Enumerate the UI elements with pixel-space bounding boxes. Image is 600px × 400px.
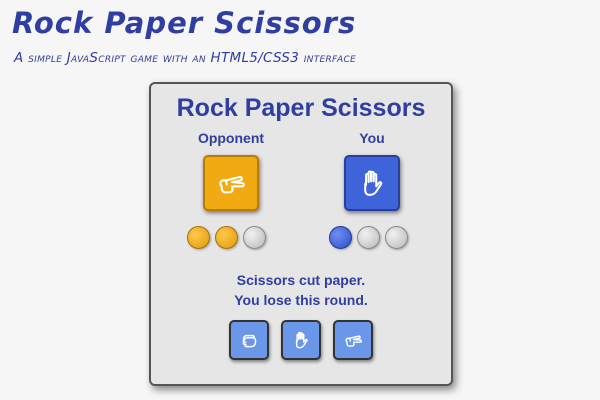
page-subtitle: A simple JavaScript game with an HTML5/C… — [14, 50, 357, 66]
round-message-line2: You lose this round. — [234, 292, 368, 308]
opponent-choice-display — [203, 155, 259, 211]
paper-button[interactable] — [281, 320, 321, 360]
player-choice-display — [344, 155, 400, 211]
score-dot-empty — [385, 226, 408, 249]
opponent-label: Opponent — [197, 130, 265, 146]
round-message: Scissors cut paper. You lose this round. — [151, 270, 451, 310]
paper-hand-icon — [364, 170, 383, 196]
page-title: Rock Paper Scissors — [12, 6, 357, 40]
scissors-hand-icon — [345, 335, 362, 347]
scissors-hand-icon — [219, 176, 245, 194]
game-title: Rock Paper Scissors — [176, 94, 426, 122]
you-label: You — [359, 130, 385, 146]
rock-hand-icon — [242, 334, 257, 348]
opponent-score — [187, 226, 266, 249]
score-dot-empty — [243, 226, 266, 249]
rock-button[interactable] — [229, 320, 269, 360]
score-dot-won — [187, 226, 210, 249]
game-panel: Rock Paper Scissors Opponent You Scissor… — [149, 82, 453, 386]
score-dot-won — [215, 226, 238, 249]
score-dot-empty — [357, 226, 380, 249]
scissors-button[interactable] — [333, 320, 373, 360]
round-message-line1: Scissors cut paper. — [236, 272, 366, 288]
score-dot-won — [329, 226, 352, 249]
paper-hand-icon — [295, 331, 308, 349]
player-score — [329, 226, 408, 249]
